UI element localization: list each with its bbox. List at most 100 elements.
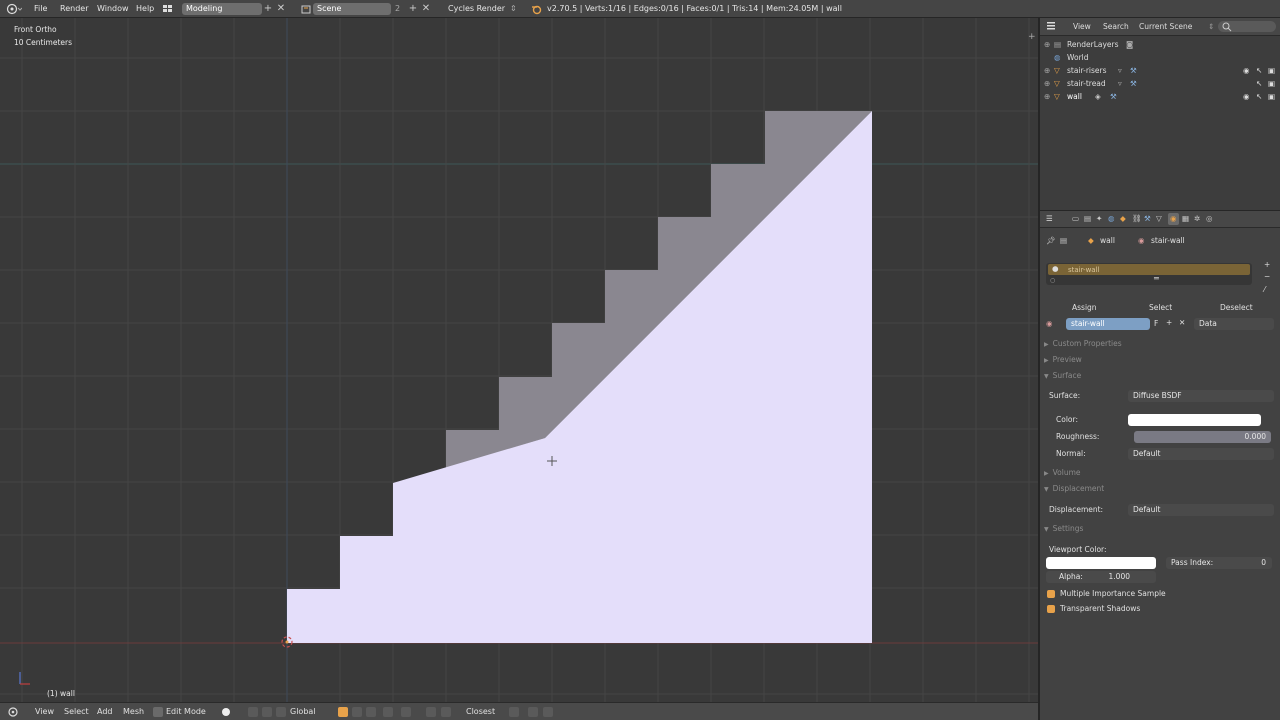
pin-icon[interactable]: 📌︎ [1046,235,1056,247]
alpha-field[interactable]: Alpha: 1.000 [1046,571,1156,583]
menu-file[interactable]: File [34,3,47,15]
limit-selection-icon[interactable] [383,707,393,717]
transform-orientation-icon[interactable] [276,707,286,717]
render-toggle-icon[interactable]: ▣ [1268,90,1275,103]
render-layer-visibility-icon[interactable]: ◙ [1126,38,1133,51]
outliner-menu-search[interactable]: Search [1103,20,1129,33]
add-screen-icon[interactable]: + [263,3,273,15]
snap-icon[interactable] [426,707,436,717]
panel-surface[interactable]: ▼ Surface [1044,370,1081,383]
transparent-shadows-checkbox[interactable] [1047,605,1055,613]
roughness-slider[interactable]: 0.000 [1134,431,1271,443]
outliner-item-wall[interactable]: wall [1067,90,1082,103]
screen-layout-field[interactable]: Modeling [182,3,262,15]
particles-tab-icon[interactable]: ✲ [1194,213,1200,225]
menu-add[interactable]: Add [97,706,113,718]
remove-screen-icon[interactable]: ✕ [276,3,286,15]
material-name-field[interactable]: stair-wall [1066,318,1150,330]
object-tab-icon[interactable]: ◆ [1120,213,1126,225]
snap-align-icon[interactable] [509,707,519,717]
menu-help[interactable]: Help [136,3,154,15]
expand-icon[interactable]: ⊕ [1044,38,1050,51]
face-select-icon[interactable] [366,707,376,717]
manipulator-icon[interactable] [262,707,272,717]
add-scene-icon[interactable]: + [408,3,418,15]
outliner-menu-view[interactable]: View [1073,20,1091,33]
selectable-cursor-icon[interactable]: ↖ [1256,90,1262,103]
menu-mesh[interactable]: Mesh [123,706,144,718]
pass-index-field[interactable]: Pass Index: 0 [1166,557,1272,569]
orientation-select[interactable]: Global [290,706,316,718]
material-tab-icon[interactable]: ◉ [1168,213,1179,225]
constraints-tab-icon[interactable]: ⛓ [1132,213,1142,225]
selectable-cursor-icon[interactable]: ↖ [1256,64,1262,77]
panel-custom-properties[interactable]: ▶ Custom Properties [1044,338,1122,351]
snap-element-icon[interactable] [441,707,451,717]
panel-volume[interactable]: ▶ Volume [1044,467,1081,480]
visibility-eye-icon[interactable]: ◉ [1243,64,1250,77]
scene-field[interactable]: Scene [313,3,391,15]
render-still-icon[interactable] [528,707,538,717]
outliner-editor-icon[interactable] [1046,20,1060,33]
panel-settings[interactable]: ▼ Settings [1044,523,1083,536]
mode-select[interactable]: Edit Mode [166,706,206,718]
select-button[interactable]: Select [1149,302,1172,314]
menu-view[interactable]: View [35,706,54,718]
slot-menu-icon[interactable]: ⁄ [1264,284,1265,296]
unlink-material-icon[interactable]: ✕ [1179,317,1185,329]
editor-type-icon[interactable] [6,3,23,15]
deselect-button[interactable]: Deselect [1220,302,1253,314]
surface-shader-select[interactable]: Diffuse BSDF [1128,390,1274,402]
expand-icon[interactable]: ⊕ [1044,64,1050,77]
menu-select[interactable]: Select [64,706,89,718]
remove-scene-icon[interactable]: ✕ [421,3,431,15]
render-engine-select[interactable]: Cycles Render [448,3,505,15]
edge-select-icon[interactable] [352,707,362,717]
visibility-eye-icon[interactable]: ◉ [1243,90,1250,103]
vertex-select-icon[interactable] [338,707,348,717]
outliner-item-stair-tread[interactable]: stair-tread [1067,77,1106,90]
proportional-edit-icon[interactable] [401,707,411,717]
panel-preview[interactable]: ▶ Preview [1044,354,1082,367]
render-toggle-icon[interactable]: ▣ [1268,77,1275,90]
pivot-icon[interactable] [248,707,258,717]
add-slot-icon[interactable]: + [1264,259,1270,271]
displacement-select[interactable]: Default [1128,504,1274,516]
viewport-expand-icon[interactable]: + [1028,32,1036,42]
3d-viewport[interactable]: Front Ortho 10 Centimeters (1) wall + [0,18,1038,702]
snap-target-select[interactable]: Closest [466,706,495,718]
panel-displacement[interactable]: ▼ Displacement [1044,483,1104,496]
expand-icon[interactable]: ⊕ [1044,90,1050,103]
scene-tab-icon[interactable]: ✦ [1096,213,1102,225]
link-select[interactable]: Data [1194,318,1274,330]
selectable-cursor-icon[interactable]: ↖ [1256,77,1262,90]
viewport-canvas[interactable] [0,18,1038,702]
new-material-icon[interactable]: + [1166,317,1172,329]
list-resize-handle[interactable]: ═ [1154,273,1159,285]
data-tab-icon[interactable]: ▽ [1156,213,1162,225]
outliner-item-world[interactable]: World [1067,51,1089,64]
render-layers-tab-icon[interactable]: ▤ [1084,213,1091,225]
screen-layout-icon[interactable] [162,3,174,15]
fake-user-button[interactable]: F [1154,318,1158,330]
menu-render[interactable]: Render [60,3,88,15]
render-engine-dropdown-icon[interactable]: ⇕ [510,3,517,15]
expand-icon[interactable]: ⊕ [1044,77,1050,90]
viewport-color-swatch[interactable] [1046,557,1156,569]
material-browse-icon[interactable]: ◉ [1046,318,1053,330]
world-tab-icon[interactable]: ◍ [1108,213,1115,225]
editor-type-icon-bottom[interactable] [8,706,22,718]
mis-checkbox[interactable] [1047,590,1055,598]
normal-select[interactable]: Default [1128,448,1274,460]
outliner-display-select[interactable]: Current Scene [1139,20,1192,33]
material-slot-row[interactable]: ● stair-wall [1048,264,1250,275]
properties-editor-icon[interactable]: ☰ [1046,213,1053,225]
outliner-display-dropdown-icon[interactable]: ⇕ [1208,20,1214,33]
outliner-item-renderlayers[interactable]: RenderLayers [1067,38,1119,51]
material-slot-list[interactable]: ● stair-wall ○ ═ [1046,263,1252,285]
remove-slot-icon[interactable]: − [1264,271,1270,283]
render-toggle-icon[interactable]: ▣ [1268,64,1275,77]
modifiers-tab-icon[interactable]: ⚒ [1144,213,1151,225]
assign-button[interactable]: Assign [1072,302,1097,314]
render-tab-icon[interactable]: ▭ [1072,213,1079,225]
